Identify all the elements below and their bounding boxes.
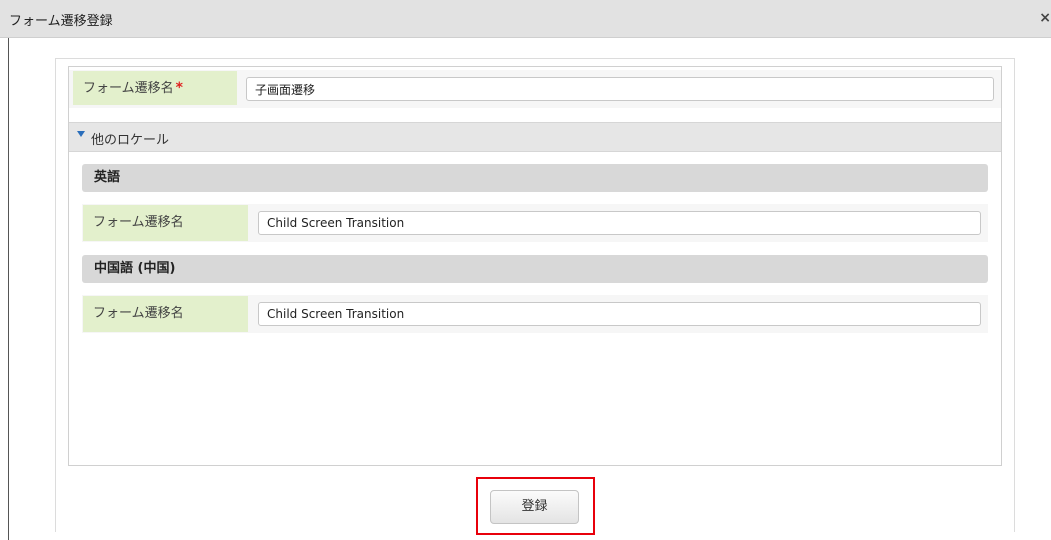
caret-down-icon (77, 131, 85, 137)
main-field-label-text: フォーム遷移名 (83, 81, 174, 96)
form-transition-name-input[interactable] (246, 77, 994, 101)
main-field-label: フォーム遷移名 * (73, 71, 237, 105)
english-name-input[interactable] (258, 211, 981, 235)
other-locales-header: 他のロケール (91, 133, 170, 148)
close-icon[interactable]: × (1039, 11, 1051, 25)
required-mark: * (175, 80, 183, 96)
locale-section-chinese: 中国語 (中国) (82, 255, 988, 283)
other-locales-toggle[interactable]: 他のロケール (69, 122, 1001, 152)
dialog-titlebar: フォーム遷移登録 × (0, 0, 1051, 38)
form-transition-dialog: フォーム遷移登録 × フォーム遷移名* 他のロケール 英語 フォーム遷移名 中国… (0, 0, 1051, 540)
locale-section-english: 英語 (82, 164, 988, 192)
dialog-title: フォーム遷移登録 (9, 14, 113, 29)
chinese-field-label: フォーム遷移名 (83, 296, 248, 332)
english-field-label: フォーム遷移名 (83, 205, 248, 241)
chinese-name-input[interactable] (258, 302, 981, 326)
register-button[interactable]: 登録 (490, 490, 579, 524)
dialog-left-border (8, 38, 9, 540)
